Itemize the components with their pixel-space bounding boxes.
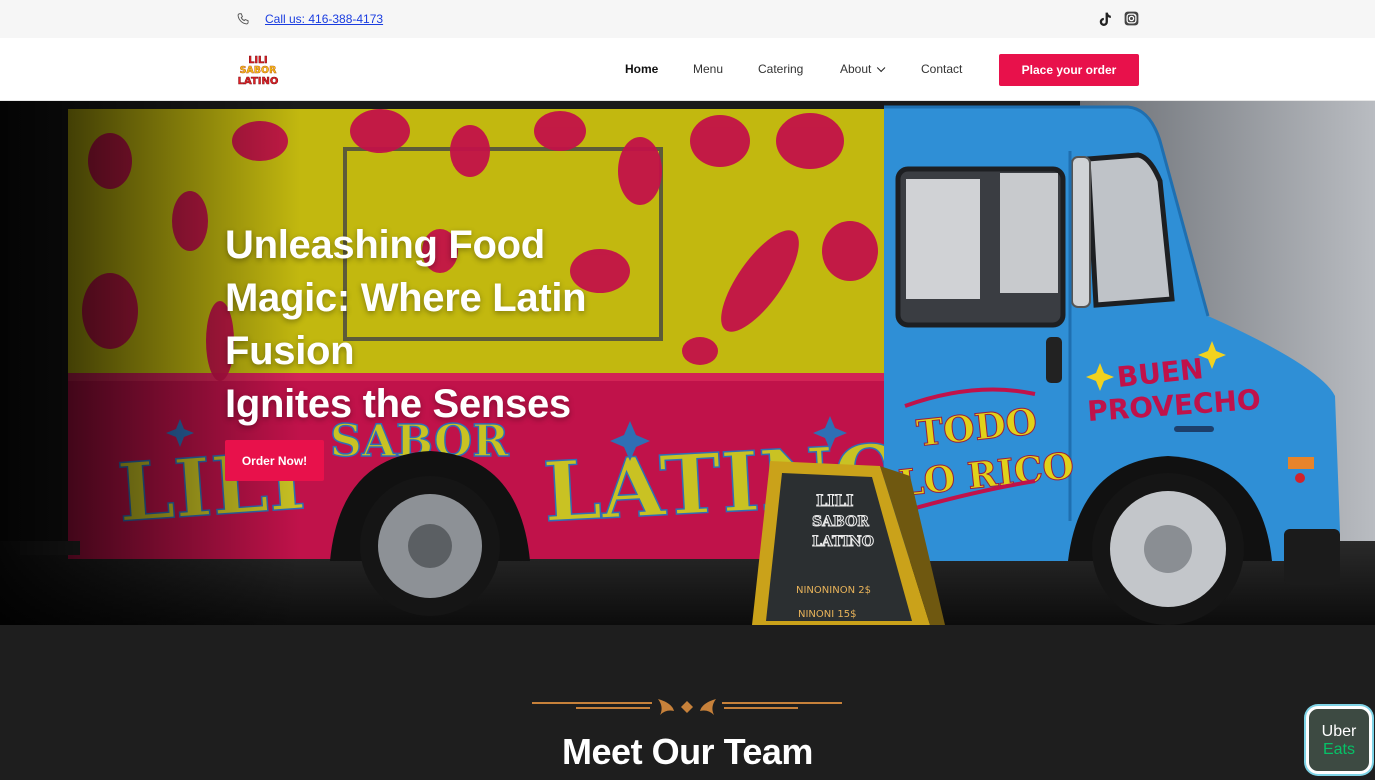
uber-eats-line1: Uber — [1321, 723, 1357, 740]
nav-home[interactable]: Home — [625, 62, 658, 76]
svg-text:NINONI 15$: NINONI 15$ — [798, 609, 856, 620]
uber-eats-button[interactable]: Uber Eats — [1306, 706, 1372, 774]
hero-title-line: Unleashing Food — [225, 223, 545, 267]
team-section: Meet Our Team — [0, 625, 1375, 780]
nav-catering[interactable]: Catering — [758, 62, 803, 76]
hero-title-line: Ignites the Senses — [225, 382, 571, 426]
hero-title-line: Fusion — [225, 329, 355, 373]
nav-menu[interactable]: Menu — [693, 62, 723, 76]
hero-title-line: Magic: Where Latin — [225, 276, 587, 320]
brand-logo[interactable]: LILI SABOR LATINO — [236, 53, 280, 87]
nav-about[interactable]: About — [840, 62, 886, 76]
nav-about-label: About — [840, 62, 872, 76]
chevron-down-icon — [877, 63, 886, 73]
team-title: Meet Our Team — [562, 731, 813, 772]
instagram-icon[interactable] — [1124, 11, 1139, 26]
svg-text:SABOR: SABOR — [240, 65, 278, 76]
svg-text:SABOR: SABOR — [812, 514, 869, 530]
place-order-button[interactable]: Place your order — [999, 54, 1139, 86]
food-truck-image: LILI SABOR LATINO TODO LO RICO BU — [0, 101, 1375, 625]
tiktok-icon[interactable] — [1098, 11, 1112, 27]
rear-wheel — [360, 476, 500, 616]
uber-eats-line2: Eats — [1322, 741, 1355, 758]
ornament-divider-icon — [532, 699, 842, 715]
svg-text:NINONINON 2$: NINONINON 2$ — [796, 585, 871, 596]
phone-icon — [237, 13, 249, 25]
front-wheel — [1092, 473, 1244, 625]
svg-text:LATINO: LATINO — [812, 534, 874, 550]
top-bar: Call us: 416-388-4173 — [0, 0, 1375, 38]
hero-title: Unleashing Food Magic: Where Latin Fusio… — [225, 219, 685, 431]
svg-text:LILI: LILI — [816, 491, 853, 510]
svg-text:LATINO: LATINO — [238, 76, 279, 87]
main-navbar: LILI SABOR LATINO Home Menu Catering Abo… — [0, 38, 1375, 101]
nav-contact[interactable]: Contact — [921, 62, 962, 76]
order-now-button[interactable]: Order Now! — [225, 440, 324, 481]
hero-section: LILI SABOR LATINO TODO LO RICO BU — [0, 101, 1375, 625]
phone-link[interactable]: Call us: 416-388-4173 — [265, 12, 383, 26]
